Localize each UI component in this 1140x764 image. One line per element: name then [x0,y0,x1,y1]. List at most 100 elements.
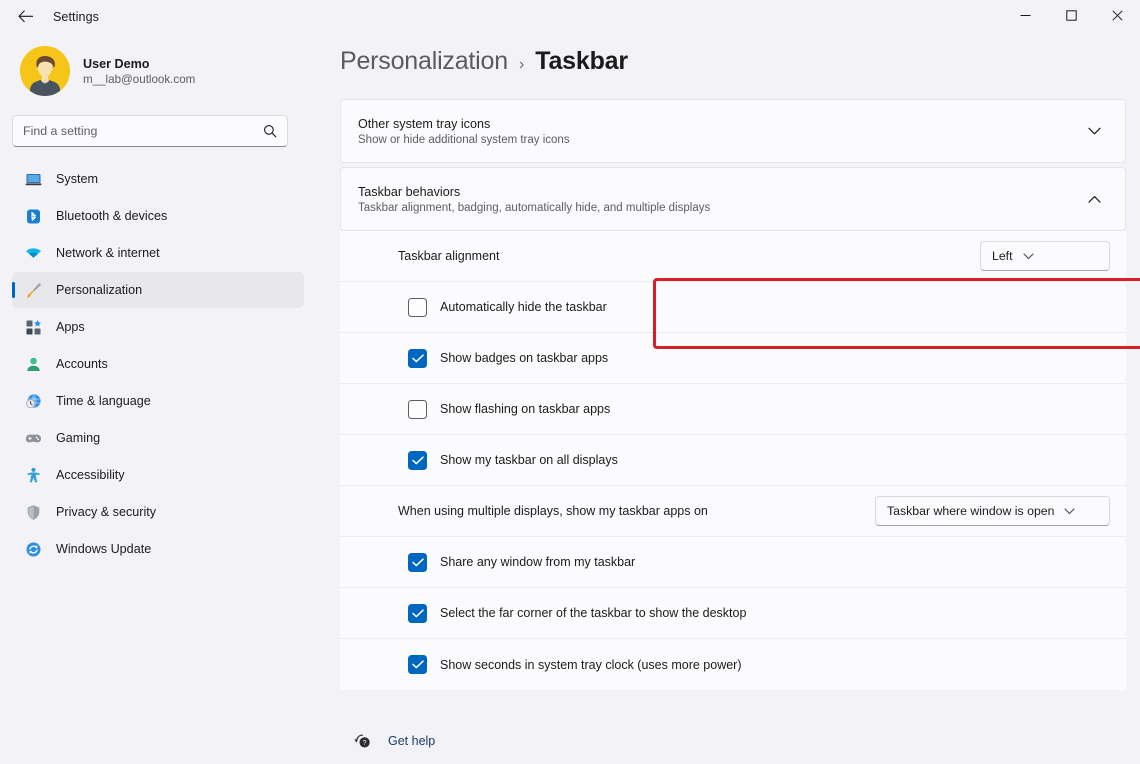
setting-label: Automatically hide the taskbar [440,300,607,314]
setting-label: Show flashing on taskbar apps [440,402,610,416]
back-arrow-icon [18,10,33,23]
setting-label: Show seconds in system tray clock (uses … [440,658,742,672]
taskbar-behaviors-settings: Taskbar alignment Left [340,231,1126,690]
card-subtitle: Show or hide additional system tray icon… [358,134,570,146]
chevron-down-icon [1064,508,1075,515]
shield-icon [25,504,42,521]
get-help-link[interactable]: Get help [388,734,435,748]
sidebar-item-label: Network & internet [56,246,160,260]
settings-content: Other system tray icons Show or hide add… [326,99,1140,718]
clock-globe-icon [25,393,42,410]
setting-label: Select the far corner of the taskbar to … [440,606,746,620]
card-taskbar-behaviors[interactable]: Taskbar behaviors Taskbar alignment, bad… [340,167,1126,231]
apps-icon [25,319,42,336]
svg-text:?: ? [363,740,367,747]
sidebar-item-label: Apps [56,320,85,334]
system-icon [25,171,42,188]
row-show-seconds-clock[interactable]: Show seconds in system tray clock (uses … [340,639,1126,690]
caption-buttons [1002,0,1140,33]
setting-label: When using multiple displays, show my ta… [398,504,708,518]
gamepad-icon [25,430,42,447]
back-button[interactable] [8,2,42,32]
sidebar-item-gaming[interactable]: Gaming [12,420,304,456]
paintbrush-icon [25,282,42,299]
user-profile[interactable]: User Demo m__lab@outlook.com [12,33,304,107]
bluetooth-icon [25,208,42,225]
card-other-system-tray-icons[interactable]: Other system tray icons Show or hide add… [340,99,1126,163]
sidebar-item-label: Privacy & security [56,505,156,519]
close-icon [1112,8,1123,26]
chevron-down-icon [1023,253,1034,260]
sidebar-item-apps[interactable]: Apps [12,309,304,345]
sidebar-item-network-internet[interactable]: Network & internet [12,235,304,271]
sidebar-item-label: Windows Update [56,542,151,556]
breadcrumb-parent[interactable]: Personalization [340,47,508,76]
row-show-badges[interactable]: Show badges on taskbar apps [340,333,1126,384]
sidebar-item-windows-update[interactable]: Windows Update [12,531,304,567]
card-titles: Taskbar behaviors Taskbar alignment, bad… [358,185,710,214]
sidebar-item-label: System [56,172,98,186]
card-header[interactable]: Taskbar behaviors Taskbar alignment, bad… [341,168,1125,230]
sidebar-item-accessibility[interactable]: Accessibility [12,457,304,493]
row-show-flashing[interactable]: Show flashing on taskbar apps [340,384,1126,435]
setting-label: Show badges on taskbar apps [440,351,608,365]
chevron-down-icon[interactable] [1079,116,1109,146]
breadcrumb: Personalization › Taskbar [326,33,1140,99]
setting-label: Show my taskbar on all displays [440,453,618,467]
row-far-corner-show-desktop[interactable]: Select the far corner of the taskbar to … [340,588,1126,639]
main-panel: Personalization › Taskbar Other system t… [316,33,1140,764]
minimize-icon [1020,8,1031,26]
checkbox-auto-hide-taskbar[interactable] [408,298,427,317]
checkbox-show-taskbar-all-displays[interactable] [408,451,427,470]
search-input[interactable] [23,124,263,138]
accounts-icon [25,356,42,373]
chevron-up-icon[interactable] [1079,184,1109,214]
card-title: Taskbar behaviors [358,185,710,199]
row-show-taskbar-all-displays[interactable]: Show my taskbar on all displays [340,435,1126,486]
checkbox-show-badges[interactable] [408,349,427,368]
checkbox-share-any-window[interactable] [408,553,427,572]
checkbox-far-corner-show-desktop[interactable] [408,604,427,623]
breadcrumb-separator-icon: › [519,56,524,74]
sidebar: User Demo m__lab@outlook.com [0,33,316,764]
search-wrapper [12,115,304,147]
page-title: Taskbar [535,47,628,76]
sidebar-item-label: Accessibility [56,468,125,482]
sidebar-item-accounts[interactable]: Accounts [12,346,304,382]
profile-email: m__lab@outlook.com [83,73,195,86]
maximize-icon [1066,8,1077,26]
update-refresh-icon [25,541,42,558]
search-box[interactable] [12,115,288,147]
sidebar-item-bluetooth-devices[interactable]: Bluetooth & devices [12,198,304,234]
network-wifi-icon [25,245,42,262]
profile-name: User Demo [83,57,195,71]
row-share-any-window[interactable]: Share any window from my taskbar [340,537,1126,588]
minimize-button[interactable] [1002,0,1048,33]
row-auto-hide-taskbar[interactable]: Automatically hide the taskbar [340,282,1126,333]
dropdown-value: Taskbar where window is open [887,504,1054,518]
checkbox-show-seconds-clock[interactable] [408,655,427,674]
avatar [20,46,70,96]
help-question-icon: ? [354,732,372,750]
sidebar-item-privacy-security[interactable]: Privacy & security [12,494,304,530]
row-multiple-displays-apps: When using multiple displays, show my ta… [340,486,1126,537]
sidebar-item-personalization[interactable]: Personalization [12,272,304,308]
taskbar-alignment-dropdown[interactable]: Left [980,241,1110,271]
maximize-button[interactable] [1048,0,1094,33]
sidebar-item-system[interactable]: System [12,161,304,197]
checkbox-show-flashing[interactable] [408,400,427,419]
footer: ? Get help [326,718,1140,764]
sidebar-item-time-language[interactable]: Time & language [12,383,304,419]
card-header[interactable]: Other system tray icons Show or hide add… [341,100,1125,162]
sidebar-nav: System Bluetooth & devices [12,161,304,567]
card-titles: Other system tray icons Show or hide add… [358,117,570,146]
search-icon [263,124,277,138]
multiple-displays-dropdown[interactable]: Taskbar where window is open [875,496,1110,526]
sidebar-item-label: Time & language [56,394,151,408]
row-taskbar-alignment: Taskbar alignment Left [340,231,1126,282]
dropdown-value: Left [992,249,1013,263]
close-button[interactable] [1094,0,1140,33]
title-bar: Settings [0,0,1140,33]
sidebar-item-label: Bluetooth & devices [56,209,167,223]
card-title: Other system tray icons [358,117,570,131]
